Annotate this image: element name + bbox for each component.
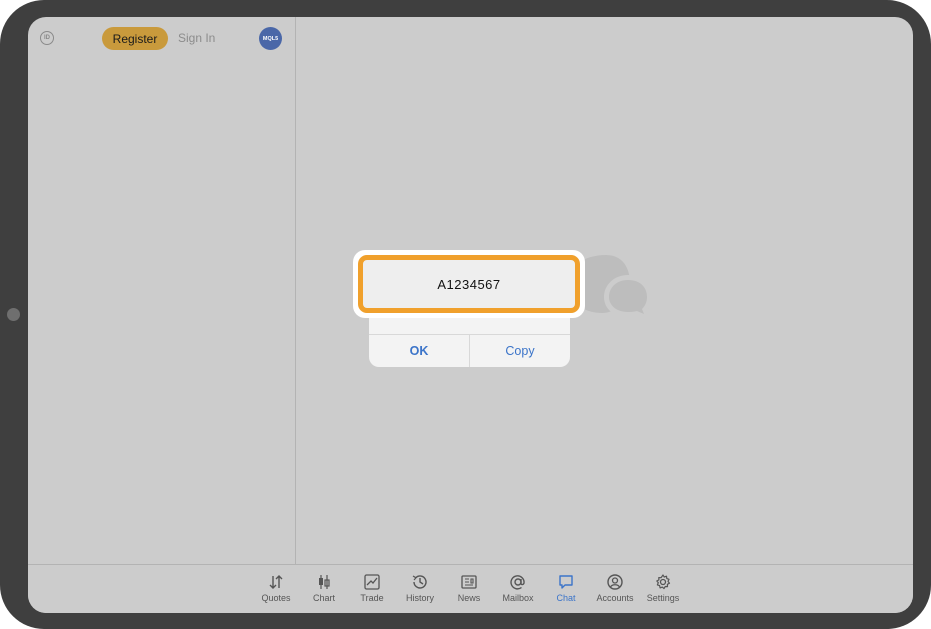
tab-settings[interactable]: Settings <box>640 573 686 609</box>
device-camera-dot <box>7 308 20 321</box>
gear-icon <box>656 574 671 590</box>
tab-label: Trade <box>360 593 384 603</box>
tab-label: History <box>405 593 434 603</box>
tab-label: Chat <box>556 593 576 603</box>
tab-label: News <box>457 593 481 603</box>
account-icon <box>607 574 623 590</box>
trend-chart-icon <box>364 574 380 590</box>
tab-label: Mailbox <box>502 593 534 603</box>
bottom-tab-bar: Quotes Chart Trade History News Mailbox <box>28 564 913 613</box>
candlestick-icon <box>319 575 330 589</box>
tab-label: Settings <box>646 593 680 603</box>
tab-label: Accounts <box>596 593 634 603</box>
id-icon[interactable]: ID <box>40 31 54 45</box>
tab-history[interactable]: History <box>397 573 443 609</box>
tab-chat[interactable]: Chat <box>543 573 589 609</box>
register-button[interactable]: Register <box>102 27 168 50</box>
tab-mailbox[interactable]: Mailbox <box>495 573 541 609</box>
highlight-callout: A1234567 <box>353 250 585 318</box>
history-icon <box>412 575 427 589</box>
account-code-text: A1234567 <box>437 276 501 292</box>
tab-quotes[interactable]: Quotes <box>253 573 299 609</box>
at-icon <box>510 575 525 590</box>
sign-in-link[interactable]: Sign In <box>178 31 215 45</box>
chat-bubble-icon <box>559 575 573 589</box>
mql5-badge-icon[interactable]: MQL5 <box>259 27 282 50</box>
highlight-border: A1234567 <box>358 255 580 313</box>
tab-label: Quotes <box>261 593 291 603</box>
arrows-updown-icon <box>269 575 283 589</box>
tab-chart[interactable]: Chart <box>301 573 347 609</box>
news-icon <box>461 575 477 589</box>
copy-button[interactable]: Copy <box>470 335 570 367</box>
tab-news[interactable]: News <box>446 573 492 609</box>
tablet-frame: ID Register Sign In MQL5 Quotes Chart Tr… <box>0 0 931 629</box>
sidebar: ID Register Sign In MQL5 <box>28 17 296 564</box>
tab-accounts[interactable]: Accounts <box>592 573 638 609</box>
tab-trade[interactable]: Trade <box>349 573 395 609</box>
tab-label: Chart <box>312 593 335 603</box>
ok-button[interactable]: OK <box>369 335 469 367</box>
